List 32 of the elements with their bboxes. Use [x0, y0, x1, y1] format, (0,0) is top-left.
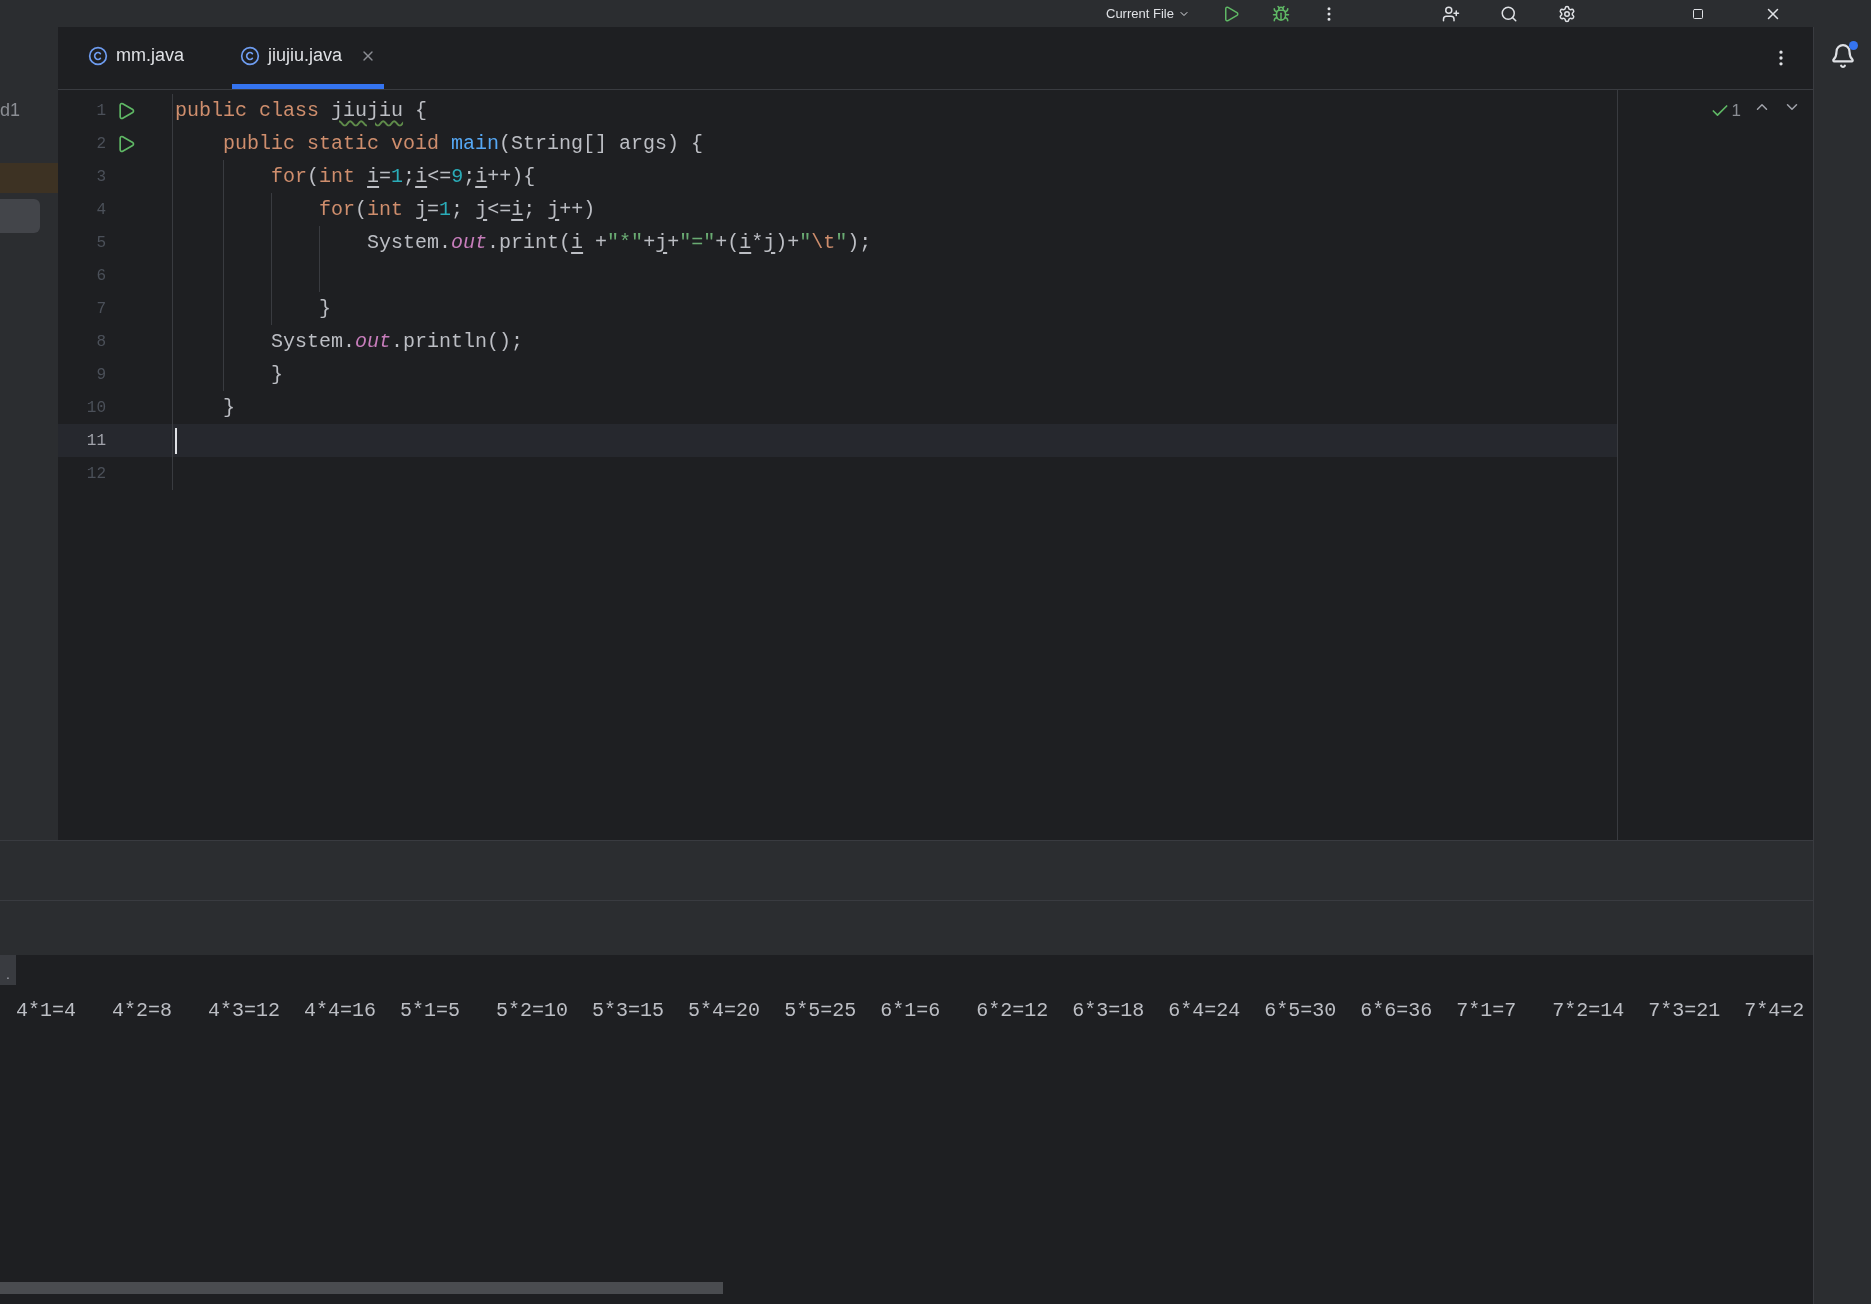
editor-tab[interactable]: jiujiu.java — [232, 27, 385, 89]
code-line: public class jiujiu { — [175, 97, 428, 124]
run-config-dropdown[interactable]: Current File — [1098, 2, 1198, 25]
bug-icon[interactable] — [1271, 4, 1290, 23]
code-line: System.out.println(); — [270, 328, 524, 355]
class-icon — [88, 45, 108, 66]
code-line: System.out.print(i +"*"+j+"="+(i*j)+"\t"); — [366, 229, 872, 256]
inspection-count: 1 — [1731, 100, 1741, 122]
code-line: for(int i=1;i<=9;i++){ — [270, 163, 536, 190]
maximize-icon[interactable] — [1691, 7, 1704, 20]
code-line: for(int j=1; j<=i; j++) — [318, 196, 596, 223]
settings-icon[interactable] — [1557, 4, 1576, 23]
search-icon[interactable] — [1499, 4, 1518, 23]
notifications-button[interactable] — [1829, 43, 1856, 69]
tree-row-selection — [0, 199, 40, 233]
horizontal-scrollbar[interactable] — [0, 1282, 723, 1294]
tree-row-highlight — [0, 163, 58, 193]
line-number: 11 — [85, 430, 106, 452]
editor-tab[interactable]: mm.java — [80, 27, 192, 89]
code-line: } — [318, 295, 332, 322]
run-gutter-icon[interactable] — [116, 100, 136, 121]
console-marker: . — [0, 955, 16, 985]
console-output: 4*1=4 4*2=8 4*3=12 4*4=16 5*1=5 5*2=10 5*3=15 5*4=20 5*5=25 6*1=6 6*2=12 6*3=18 6*4=24 6*5=30 6*6=36 7*1=7 7*2=14 7*3=21 7*4=2 — [16, 998, 1806, 1024]
class-icon — [240, 45, 260, 66]
text-cursor — [175, 427, 177, 454]
inspection-status[interactable]: 1 — [1709, 98, 1741, 124]
run-gutter-icon[interactable] — [116, 133, 136, 154]
code-line: } — [270, 361, 284, 388]
add-user-icon[interactable] — [1441, 4, 1460, 23]
code-line: } — [222, 394, 235, 421]
code-line: public static void main(String[] args) { — [222, 130, 704, 157]
project-label: d1 — [0, 101, 22, 119]
